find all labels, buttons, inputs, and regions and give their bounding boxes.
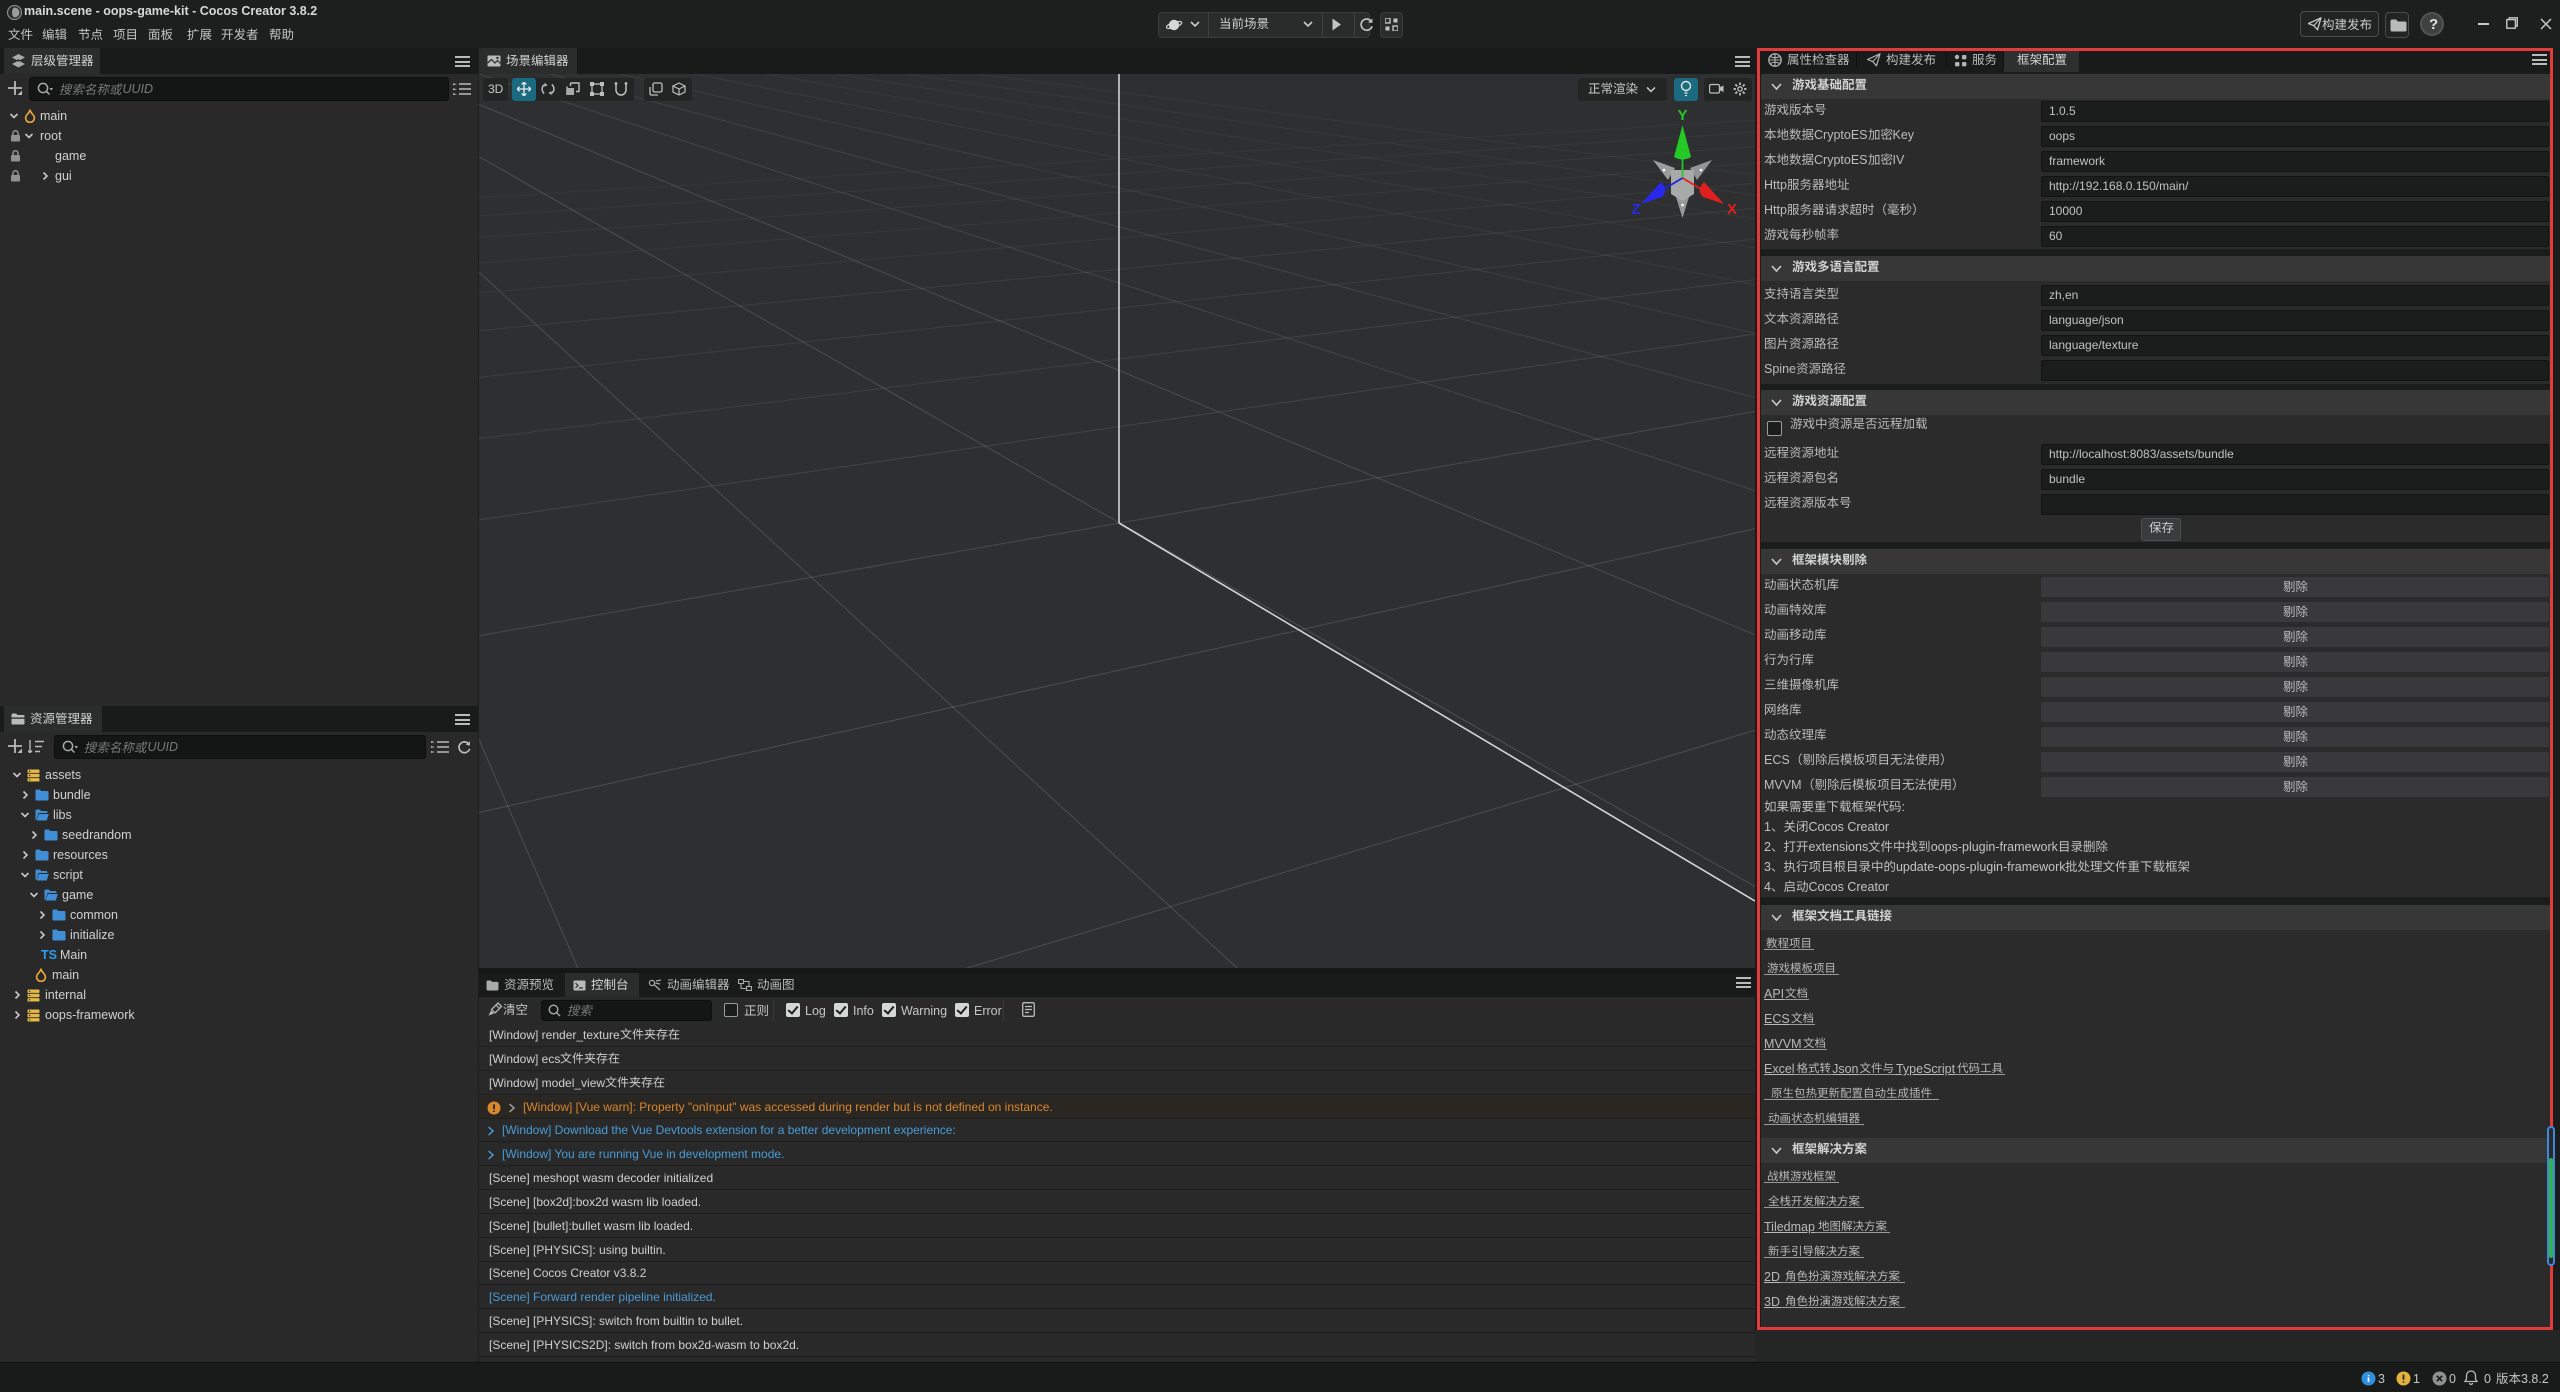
svg-text:X: X: [1727, 201, 1737, 218]
svg-text:Z: Z: [1631, 201, 1640, 218]
svg-text:Y: Y: [1677, 108, 1687, 124]
